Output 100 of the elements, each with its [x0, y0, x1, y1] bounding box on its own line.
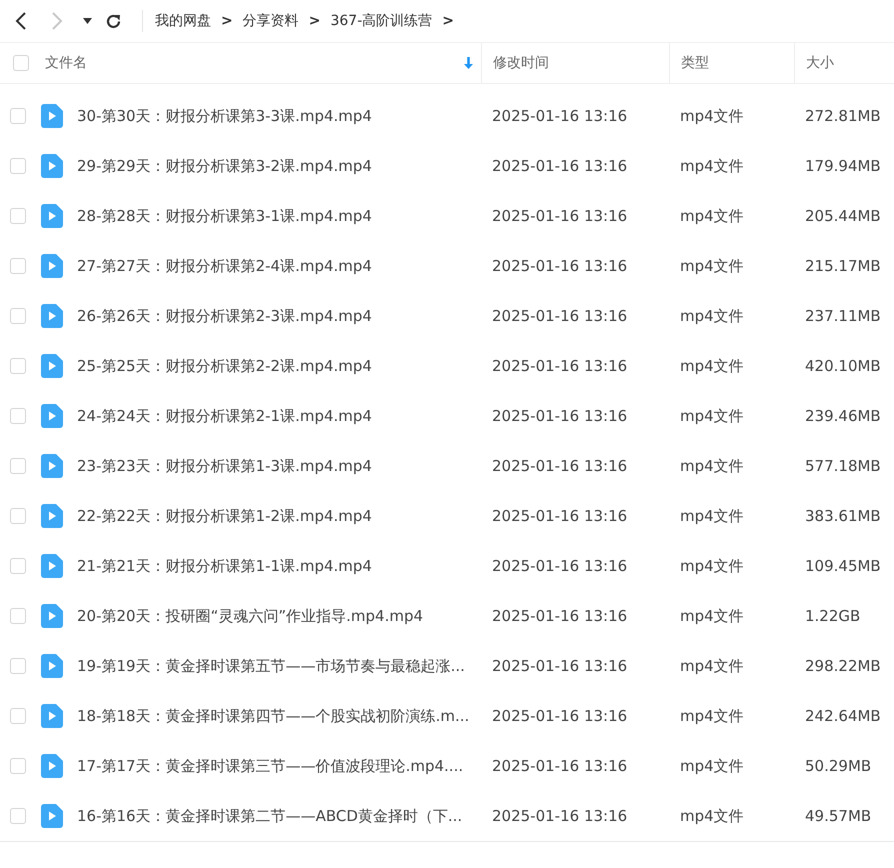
- column-header[interactable]: 文件名: [45, 54, 464, 72]
- file-name[interactable]: 17-第17天：黄金择时课第三节——价值波段理论.mp4....: [77, 756, 464, 776]
- modified-time: 2025-01-16 13:16: [492, 257, 628, 275]
- modified-time: 2025-01-16 13:16: [492, 107, 628, 125]
- file-type: mp4文件: [680, 556, 744, 576]
- caret-icon: [82, 18, 92, 24]
- file-type: mp4文件: [680, 806, 744, 826]
- file-size: 237.11MB: [805, 307, 881, 325]
- file-type: mp4文件: [680, 206, 744, 226]
- video-file-icon: [41, 304, 63, 328]
- checkbox[interactable]: [10, 508, 26, 524]
- file-name[interactable]: 24-第24天：财报分析课第2-1课.mp4.mp4: [77, 406, 372, 426]
- checkbox[interactable]: [10, 758, 26, 774]
- checkbox[interactable]: [10, 608, 26, 624]
- modified-time: 2025-01-16 13:16: [492, 557, 628, 575]
- file-size: 242.64MB: [805, 707, 881, 725]
- modified-time: 2025-01-16 13:16: [492, 507, 628, 525]
- file-name[interactable]: 26-第26天：财报分析课第2-3课.mp4.mp4: [77, 306, 372, 326]
- modified-time: 2025-01-16 13:16: [492, 457, 628, 475]
- file-name[interactable]: 22-第22天：财报分析课第1-2课.mp4.mp4: [77, 506, 372, 526]
- file-name[interactable]: 28-第28天：财报分析课第3-1课.mp4.mp4: [77, 206, 372, 226]
- checkbox[interactable]: [10, 308, 26, 324]
- file-name[interactable]: 27-第27天：财报分析课第2-4课.mp4.mp4: [77, 256, 372, 276]
- video-file-icon: [41, 804, 63, 828]
- file-type: mp4文件: [680, 406, 744, 426]
- file-size: 49.57MB: [805, 807, 872, 825]
- file-type: mp4文件: [680, 106, 744, 126]
- file-size: 239.46MB: [805, 407, 881, 425]
- modified-time: 2025-01-16 13:16: [492, 807, 628, 825]
- file-type: mp4文件: [680, 306, 744, 326]
- file-type: mp4文件: [680, 756, 744, 776]
- modified-time: 2025-01-16 13:16: [492, 407, 628, 425]
- modified-time: 2025-01-16 13:16: [492, 757, 628, 775]
- video-file-icon: [41, 704, 63, 728]
- breadcrumb-separator: >: [221, 13, 233, 29]
- file-name[interactable]: 21-第21天：财报分析课第1-1课.mp4.mp4: [77, 556, 372, 576]
- checkbox[interactable]: [13, 55, 29, 71]
- checkbox[interactable]: [10, 208, 26, 224]
- file-size: 420.10MB: [805, 357, 881, 375]
- file-size: 383.61MB: [805, 507, 881, 525]
- file-name[interactable]: 16-第16天：黄金择时课第二节——ABCD黄金择时（下...: [77, 806, 462, 826]
- file-name[interactable]: 19-第19天：黄金择时课第五节——市场节奏与最稳起涨...: [77, 656, 465, 676]
- modified-time: 2025-01-16 13:16: [492, 307, 628, 325]
- checkbox[interactable]: [10, 458, 26, 474]
- file-name[interactable]: 29-第29天：财报分析课第3-2课.mp4.mp4: [77, 156, 372, 176]
- modified-time: 2025-01-16 13:16: [492, 357, 628, 375]
- video-file-icon: [41, 454, 63, 478]
- file-name[interactable]: 25-第25天：财报分析课第2-2课.mp4.mp4: [77, 356, 372, 376]
- video-file-icon: [41, 104, 63, 128]
- breadcrumb-item[interactable]: 分享资料: [242, 12, 299, 30]
- file-type: mp4文件: [680, 156, 744, 176]
- file-type: mp4文件: [680, 256, 744, 276]
- file-type: mp4文件: [680, 656, 744, 676]
- breadcrumb-item[interactable]: 我的网盘: [155, 12, 211, 30]
- video-file-icon: [41, 354, 63, 378]
- file-name[interactable]: 20-第20天：投研圈“灵魂六问”作业指导.mp4.mp4: [77, 606, 424, 626]
- video-file-icon: [41, 254, 63, 278]
- file-type: mp4文件: [680, 606, 744, 626]
- file-size: 205.44MB: [805, 207, 881, 225]
- modified-time: 2025-01-16 13:16: [492, 207, 628, 225]
- file-name[interactable]: 30-第30天：财报分析课第3-3课.mp4.mp4: [77, 106, 372, 126]
- file-size: 577.18MB: [805, 457, 881, 475]
- breadcrumb-separator: >: [442, 13, 454, 29]
- checkbox[interactable]: [10, 258, 26, 274]
- video-file-icon: [41, 604, 63, 628]
- breadcrumb-item[interactable]: 367-高阶训练营: [330, 12, 432, 30]
- file-size: 50.29MB: [805, 757, 872, 775]
- checkbox[interactable]: [10, 108, 26, 124]
- file-type: mp4文件: [680, 456, 744, 476]
- column-header[interactable]: 类型: [681, 54, 794, 72]
- checkbox[interactable]: [10, 358, 26, 374]
- file-size: 298.22MB: [805, 657, 881, 675]
- breadcrumb-separator: >: [308, 13, 320, 29]
- checkbox[interactable]: [10, 558, 26, 574]
- file-type: mp4文件: [680, 706, 744, 726]
- video-file-icon: [41, 654, 63, 678]
- file-type: mp4文件: [680, 356, 744, 376]
- checkbox[interactable]: [10, 808, 26, 824]
- column-header[interactable]: 修改时间: [493, 54, 669, 72]
- video-file-icon: [41, 404, 63, 428]
- video-file-icon: [41, 154, 63, 178]
- column-header[interactable]: 大小: [806, 54, 894, 72]
- file-name[interactable]: 23-第23天：财报分析课第1-3课.mp4.mp4: [77, 456, 372, 476]
- checkbox[interactable]: [10, 708, 26, 724]
- sort-arrow-icon[interactable]: [464, 57, 473, 69]
- video-file-icon: [41, 504, 63, 528]
- checkbox[interactable]: [10, 408, 26, 424]
- file-size: 179.94MB: [805, 157, 881, 175]
- checkbox[interactable]: [10, 658, 26, 674]
- modified-time: 2025-01-16 13:16: [492, 657, 628, 675]
- modified-time: 2025-01-16 13:16: [492, 707, 628, 725]
- file-size: 215.17MB: [805, 257, 881, 275]
- file-size: 109.45MB: [805, 557, 881, 575]
- file-type: mp4文件: [680, 506, 744, 526]
- file-size: 1.22GB: [805, 607, 860, 625]
- file-size: 272.81MB: [805, 107, 881, 125]
- video-file-icon: [41, 754, 63, 778]
- video-file-icon: [41, 204, 63, 228]
- checkbox[interactable]: [10, 158, 26, 174]
- file-name[interactable]: 18-第18天：黄金择时课第四节——个股实战初阶演练.m...: [77, 706, 470, 726]
